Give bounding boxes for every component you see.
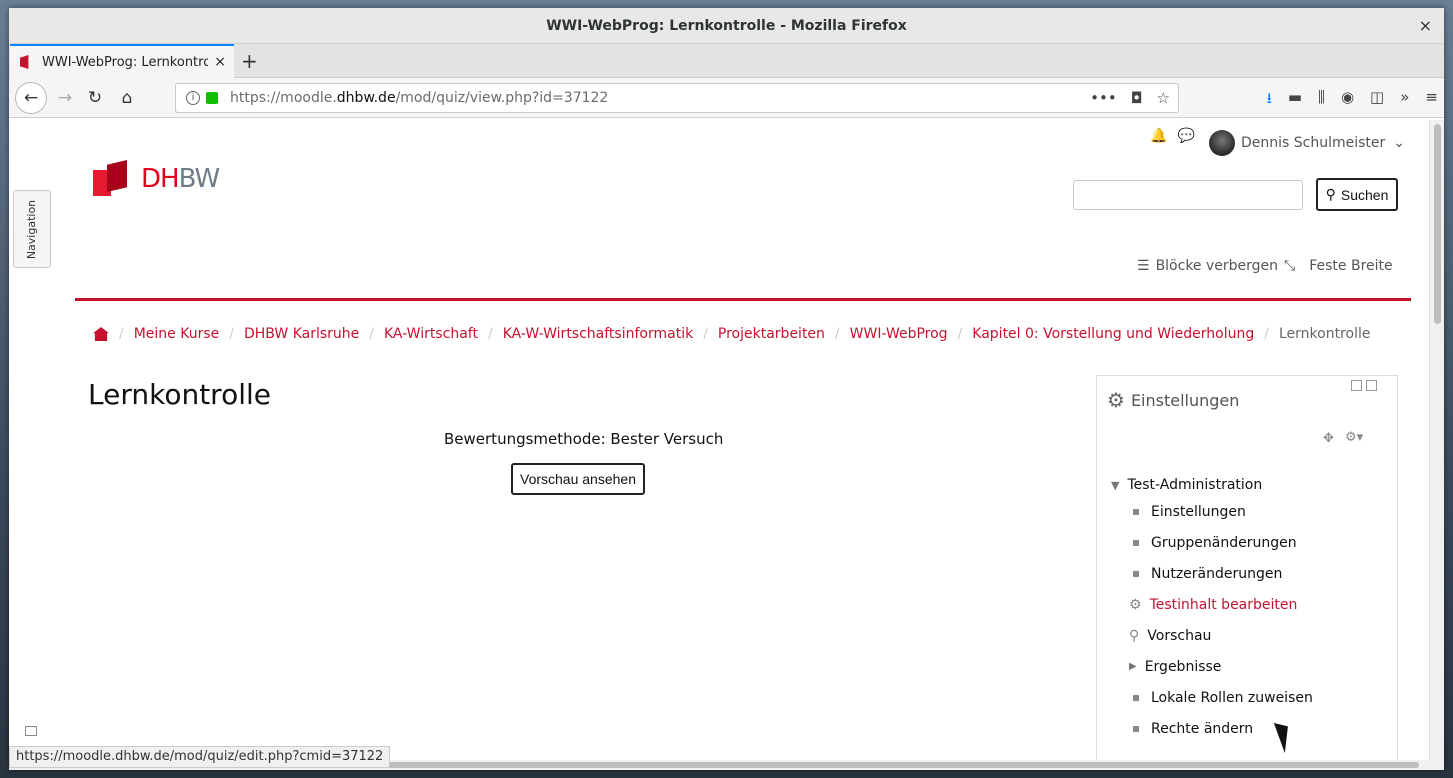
window-titlebar: WWI-WebProg: Lernkontrolle - Mozilla Fir… (9, 8, 1444, 44)
url-text[interactable]: https://moodle.dhbw.de/mod/quiz/view.php… (230, 90, 608, 106)
tree-item-results[interactable]: ▶ Ergebnisse (1111, 651, 1313, 682)
back-button[interactable]: ← (15, 82, 47, 114)
tree-item-preview[interactable]: ⚲ Vorschau (1111, 620, 1313, 651)
bullet-icon (1133, 539, 1139, 546)
tree-root[interactable]: ▼ Test-Administration (1111, 474, 1313, 496)
move-icon[interactable]: ✥ (1323, 431, 1334, 446)
forward-button[interactable]: → (51, 84, 79, 112)
navigation-drawer-toggle[interactable]: Navigation (13, 190, 51, 268)
bullet-icon (1133, 508, 1139, 515)
block-actions-gear-icon[interactable]: ⚙▾ (1345, 430, 1363, 445)
dhbw-favicon-icon (20, 55, 29, 69)
page-actions-icon[interactable]: ••• (1090, 89, 1117, 107)
extension-icon[interactable]: ◉ (1341, 88, 1354, 113)
fixed-width-link[interactable]: Feste Breite (1309, 258, 1392, 274)
hide-blocks-icon[interactable]: ☰ (1137, 258, 1150, 274)
new-tab-button[interactable]: + (241, 49, 258, 73)
library-icon[interactable]: ⫼ (1318, 88, 1325, 113)
bullet-icon (1133, 725, 1139, 732)
dhbw-logo[interactable]: DHBW (93, 160, 220, 198)
triangle-down-icon: ▼ (1111, 478, 1120, 492)
overflow-icon[interactable]: » (1400, 88, 1409, 113)
tree-item-settings[interactable]: Einstellungen (1111, 496, 1313, 527)
user-name: Dennis Schulmeister (1240, 135, 1386, 151)
lock-icon (206, 92, 218, 104)
triangle-right-icon: ▶ (1129, 661, 1137, 672)
settings-block: ⚙ Einstellungen ✥ ⚙▾ ▼ Test-Administrati… (1096, 375, 1398, 760)
browser-window: WWI-WebProg: Lernkontrolle - Mozilla Fir… (9, 8, 1444, 770)
pocket-icon[interactable]: ◘ (1131, 89, 1143, 107)
downloads-icon[interactable]: ⭳ (1267, 88, 1272, 113)
tab-bar: WWI-WebProg: Lernkontrolle × + (9, 44, 1444, 78)
breadcrumb-item-wirtschaftsinformatik[interactable]: KA-W-Wirtschaftsinformatik (503, 326, 694, 342)
notifications-bell-icon[interactable]: 🔔 (1150, 128, 1167, 144)
dhbw-logo-mark-icon (93, 160, 133, 198)
breadcrumb: / Meine Kurse / DHBW Karlsruhe / KA-Wirt… (93, 326, 1370, 342)
tree-item-group-overrides[interactable]: Gruppenänderungen (1111, 527, 1313, 558)
search-icon: ⚲ (1325, 186, 1336, 202)
gears-icon: ⚙ (1107, 388, 1125, 412)
breadcrumb-item-projektarbeiten[interactable]: Projektarbeiten (718, 326, 825, 342)
site-info-icon[interactable]: i (186, 91, 200, 105)
breadcrumb-item-courses[interactable]: Meine Kurse (134, 326, 220, 342)
settings-block-title: Einstellungen (1130, 390, 1240, 410)
messages-icon[interactable]: 💬 (1178, 128, 1195, 144)
collapse-width-icon[interactable]: ⤡ (1284, 258, 1295, 274)
page-title: Lernkontrolle (88, 378, 271, 411)
search-input[interactable] (1073, 180, 1303, 210)
navigation-toolbar: ← → ↻ ⌂ i https://moodle.dhbw.de/mod/qui… (9, 78, 1444, 118)
window-title: WWI-WebProg: Lernkontrolle - Mozilla Fir… (546, 17, 907, 34)
hat-icon[interactable]: ▬ (1288, 88, 1302, 113)
header-divider (75, 298, 1411, 301)
gear-icon: ⚙ (1129, 596, 1142, 613)
tree-item-user-overrides[interactable]: Nutzeränderungen (1111, 558, 1313, 589)
preview-button[interactable]: Vorschau ansehen (511, 463, 645, 495)
user-menu[interactable]: Dennis Schulmeister ⌄ (1208, 130, 1405, 156)
search-button[interactable]: ⚲ Suchen (1316, 178, 1398, 211)
sidebar-icon[interactable]: ◫ (1370, 88, 1384, 113)
tree-item-local-roles[interactable]: Lokale Rollen zuweisen (1111, 682, 1313, 713)
grading-method: Bewertungsmethode: Bester Versuch (444, 430, 724, 448)
block-dock-icon[interactable] (1366, 380, 1377, 391)
breadcrumb-item-course[interactable]: WWI-WebProg (850, 326, 948, 342)
url-bar[interactable]: i https://moodle.dhbw.de/mod/quiz/view.p… (175, 83, 1179, 113)
vertical-scrollbar[interactable] (1429, 120, 1444, 760)
tab-active[interactable]: WWI-WebProg: Lernkontrolle × (10, 44, 234, 78)
chevron-down-icon: ⌄ (1393, 135, 1405, 151)
window-close-icon[interactable]: × (1419, 16, 1432, 35)
status-bar-url: https://moodle.dhbw.de/mod/quiz/edit.php… (9, 746, 391, 768)
home-icon[interactable] (93, 327, 109, 341)
home-button[interactable]: ⌂ (113, 84, 141, 112)
settings-tree: ▼ Test-Administration Einstellungen Grup… (1111, 474, 1313, 744)
bookmark-star-icon[interactable]: ☆ (1157, 89, 1170, 107)
breadcrumb-item-wirtschaft[interactable]: KA-Wirtschaft (384, 326, 478, 342)
menu-icon[interactable]: ≡ (1425, 88, 1438, 113)
bullet-icon (1133, 570, 1139, 577)
breadcrumb-item-current: Lernkontrolle (1278, 326, 1371, 342)
breadcrumb-item-karlsruhe[interactable]: DHBW Karlsruhe (244, 326, 359, 342)
hide-blocks-link[interactable]: Blöcke verbergen (1156, 258, 1278, 274)
breadcrumb-item-chapter[interactable]: Kapitel 0: Vorstellung und Wiederholung (972, 326, 1254, 342)
tab-close-icon[interactable]: × (214, 54, 226, 70)
tab-title: WWI-WebProg: Lernkontrolle (42, 54, 208, 70)
footer-toggle-icon[interactable] (25, 726, 37, 736)
avatar (1208, 130, 1235, 156)
reload-button[interactable]: ↻ (81, 84, 109, 112)
search-icon: ⚲ (1129, 627, 1140, 644)
page-content: Navigation DHBW 🔔 💬 Dennis Schulmeister … (9, 120, 1429, 760)
tree-item-edit-quiz[interactable]: ⚙ Testinhalt bearbeiten (1111, 589, 1313, 620)
bullet-icon (1133, 694, 1139, 701)
block-minimize-icon[interactable] (1351, 380, 1362, 391)
